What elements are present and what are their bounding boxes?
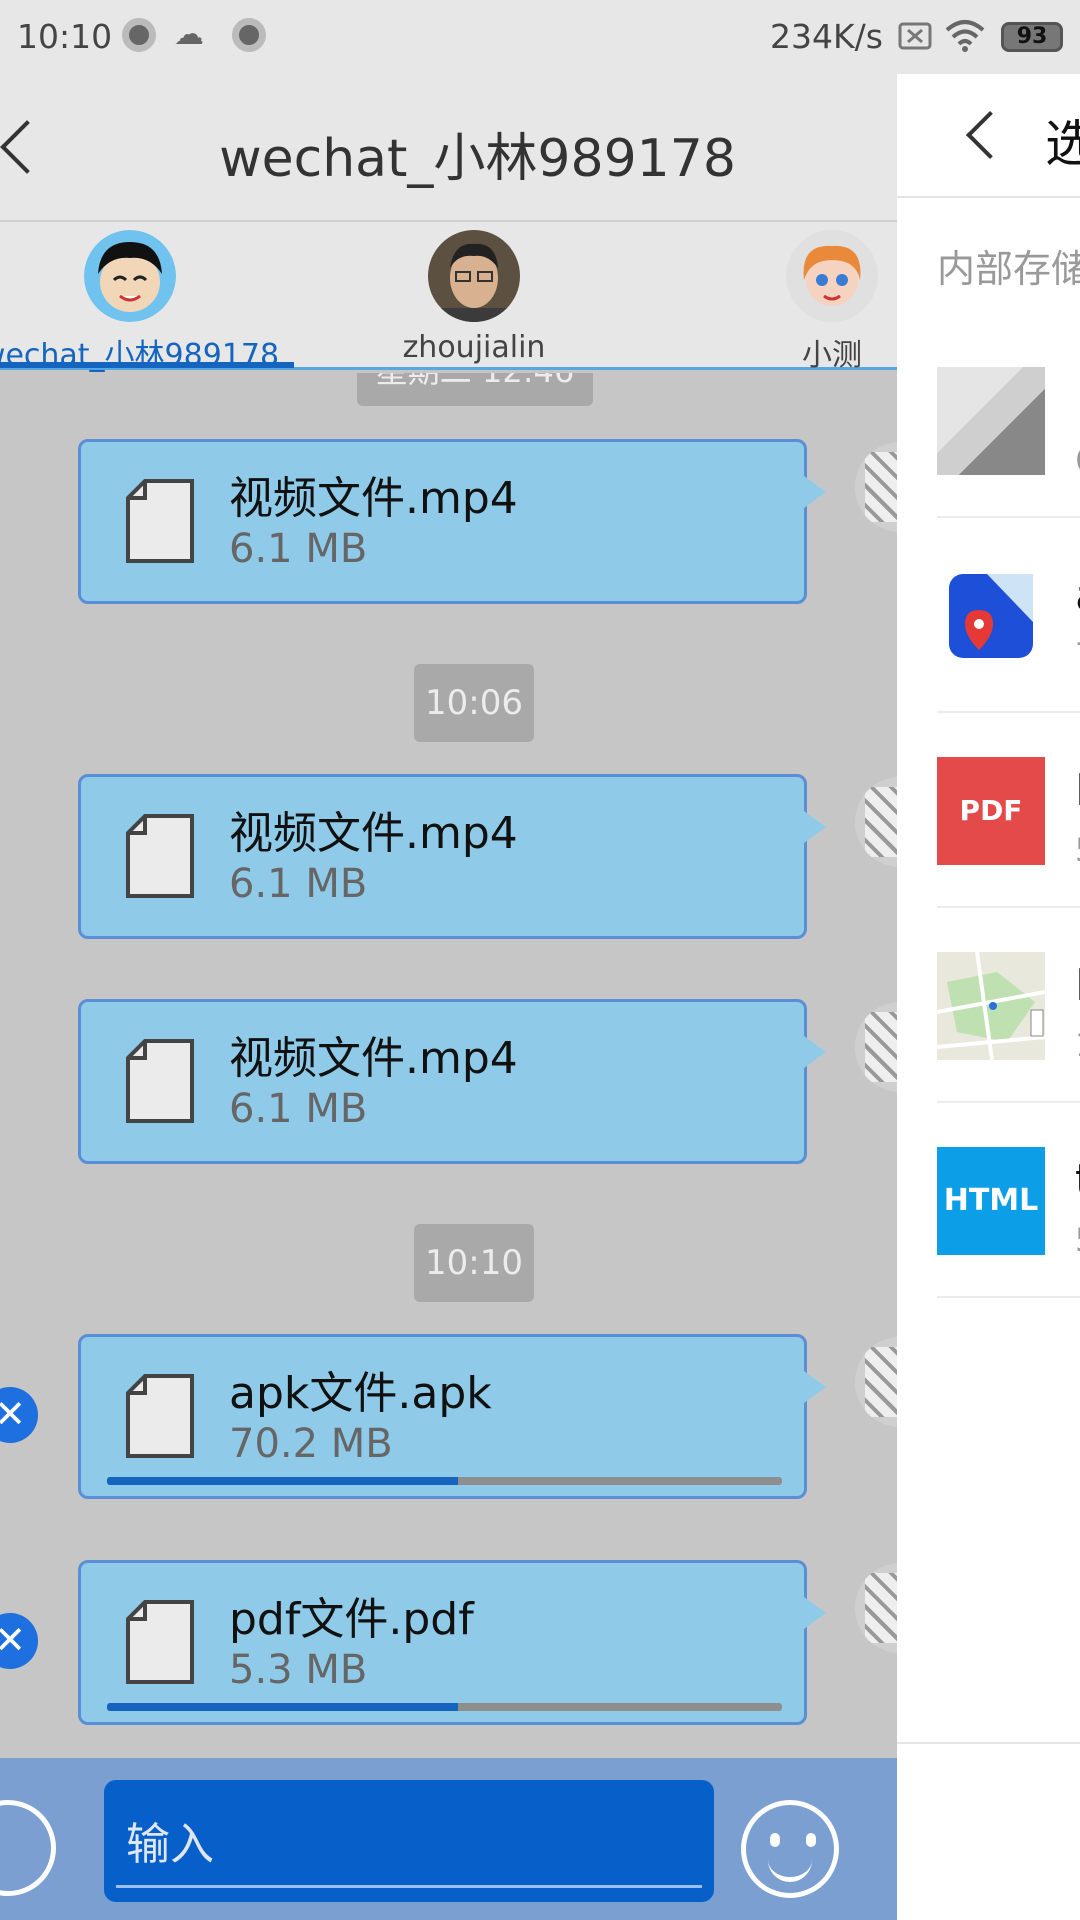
input-underline: [116, 1885, 702, 1888]
file-name-partial: I: [1075, 960, 1080, 1011]
sender-avatar[interactable]: [855, 1563, 897, 1653]
emoji-icon[interactable]: [741, 1800, 839, 1898]
chat-title: wechat_小林989178: [219, 129, 736, 189]
file-meta-partial: 6: [1075, 441, 1080, 479]
storage-path[interactable]: 内部存储: [937, 238, 1080, 293]
file-name: pdf文件.pdf: [229, 1594, 474, 1645]
image-thumbnail: [937, 367, 1045, 475]
file-message[interactable]: 视频文件.mp4 6.1 MB: [78, 999, 826, 1164]
picker-title: 选: [1045, 115, 1080, 173]
avatar: [428, 230, 520, 322]
file-meta-partial: 7: [1075, 636, 1080, 674]
file-message[interactable]: 视频文件.mp4 6.1 MB: [78, 439, 826, 604]
bubble-tail: [804, 1036, 826, 1068]
html-icon: HTML: [937, 1147, 1045, 1255]
status-bar: 93: [897, 0, 1080, 74]
file-row[interactable]: HTML t 5: [937, 1103, 1080, 1298]
file-size: 6.1 MB: [229, 1086, 368, 1132]
file-name: 视频文件.mp4: [229, 473, 518, 524]
file-message-uploading[interactable]: apk文件.apk 70.2 MB: [78, 1334, 826, 1499]
cancel-upload-icon[interactable]: ✕: [0, 1613, 38, 1669]
sender-avatar[interactable]: [855, 1337, 897, 1427]
file-size: 6.1 MB: [229, 526, 368, 572]
back-button[interactable]: [967, 112, 997, 158]
file-icon: [126, 1600, 194, 1684]
no-sim-icon: [898, 22, 932, 50]
file-message[interactable]: 视频文件.mp4 6.1 MB: [78, 774, 826, 939]
file-icon: [126, 1039, 194, 1123]
picker-header: 选: [897, 74, 1080, 198]
time-chip: 10:10: [414, 1224, 534, 1302]
file-name: apk文件.apk: [229, 1368, 492, 1419]
tab-zhoujialin[interactable]: zhoujialin: [374, 230, 574, 365]
bubble-tail: [804, 1371, 826, 1403]
tab-wechat-xiaolin[interactable]: wechat_小林989178: [0, 230, 280, 374]
cancel-upload-icon[interactable]: ✕: [0, 1387, 38, 1443]
upload-progress-bar: [107, 1703, 782, 1711]
wifi-icon: [945, 20, 985, 52]
file-name: 视频文件.mp4: [229, 808, 518, 859]
sender-avatar[interactable]: [855, 777, 897, 867]
file-row[interactable]: PDF I 5: [937, 713, 1080, 908]
file-picker-pane: 93 选 内部存储 6 a 7 PDF I 5 I: [897, 0, 1080, 1920]
file-meta-partial: 1: [1075, 1026, 1080, 1064]
bubble-tail: [804, 476, 826, 508]
file-icon: [126, 1374, 194, 1458]
pdf-icon: PDF: [937, 757, 1045, 865]
upload-progress-fill: [107, 1703, 458, 1711]
cloud-icon: ☁: [174, 17, 204, 52]
upload-progress-bar: [107, 1477, 782, 1485]
bubble-tail: [804, 811, 826, 843]
file-meta-partial: 5: [1075, 831, 1080, 869]
screen: 10:10 ☁ 234K/s wechat_小林989178 wechat_小林…: [0, 0, 1080, 1920]
file-icon: [126, 479, 194, 563]
file-row[interactable]: a 7: [937, 518, 1080, 713]
file-name-partial: a: [1075, 570, 1080, 621]
notification-icon: [122, 18, 156, 52]
status-bar: 10:10 ☁ 234K/s: [0, 0, 897, 74]
chat-pane: 10:10 ☁ 234K/s wechat_小林989178 wechat_小林…: [0, 0, 897, 1920]
network-speed: 234K/s: [770, 17, 883, 56]
battery-icon: 93: [1001, 22, 1063, 52]
tab-label: zhoujialin: [402, 330, 546, 365]
chat-header: wechat_小林989178: [0, 74, 897, 222]
tab-xiaoce[interactable]: 小测: [752, 230, 897, 374]
file-row[interactable]: I 1: [937, 908, 1080, 1103]
file-message-uploading[interactable]: pdf文件.pdf 5.3 MB: [78, 1560, 826, 1725]
sender-avatar[interactable]: [855, 1002, 897, 1092]
contact-tabs: wechat_小林989178 zhoujialin 小测: [0, 222, 897, 373]
tab-label: 小测: [802, 338, 862, 373]
status-time: 10:10: [17, 17, 113, 56]
avatar: [84, 230, 176, 322]
file-meta-partial: 5: [1075, 1221, 1080, 1259]
file-name-partial: t: [1075, 1155, 1080, 1206]
app-icon: [937, 562, 1045, 670]
input-placeholder: 输入: [126, 1819, 214, 1870]
sender-avatar[interactable]: [855, 442, 897, 532]
divider: [897, 1742, 1080, 1744]
upload-progress-fill: [107, 1477, 458, 1485]
file-icon: [126, 814, 194, 898]
notification-icon: [232, 18, 266, 52]
input-bar: 输入: [0, 1758, 897, 1920]
message-input[interactable]: 输入: [104, 1780, 714, 1902]
avatar: [786, 230, 878, 322]
file-name-partial: I: [1075, 765, 1080, 816]
time-chip: 10:06: [414, 664, 534, 742]
file-size: 5.3 MB: [229, 1647, 368, 1693]
file-size: 6.1 MB: [229, 861, 368, 907]
map-thumbnail: [937, 952, 1045, 1060]
file-name: 视频文件.mp4: [229, 1033, 518, 1084]
voice-icon[interactable]: [0, 1800, 56, 1896]
bubble-tail: [804, 1597, 826, 1629]
file-size: 70.2 MB: [229, 1421, 393, 1467]
tab-indicator: [0, 362, 294, 368]
file-row[interactable]: 6: [937, 323, 1080, 518]
